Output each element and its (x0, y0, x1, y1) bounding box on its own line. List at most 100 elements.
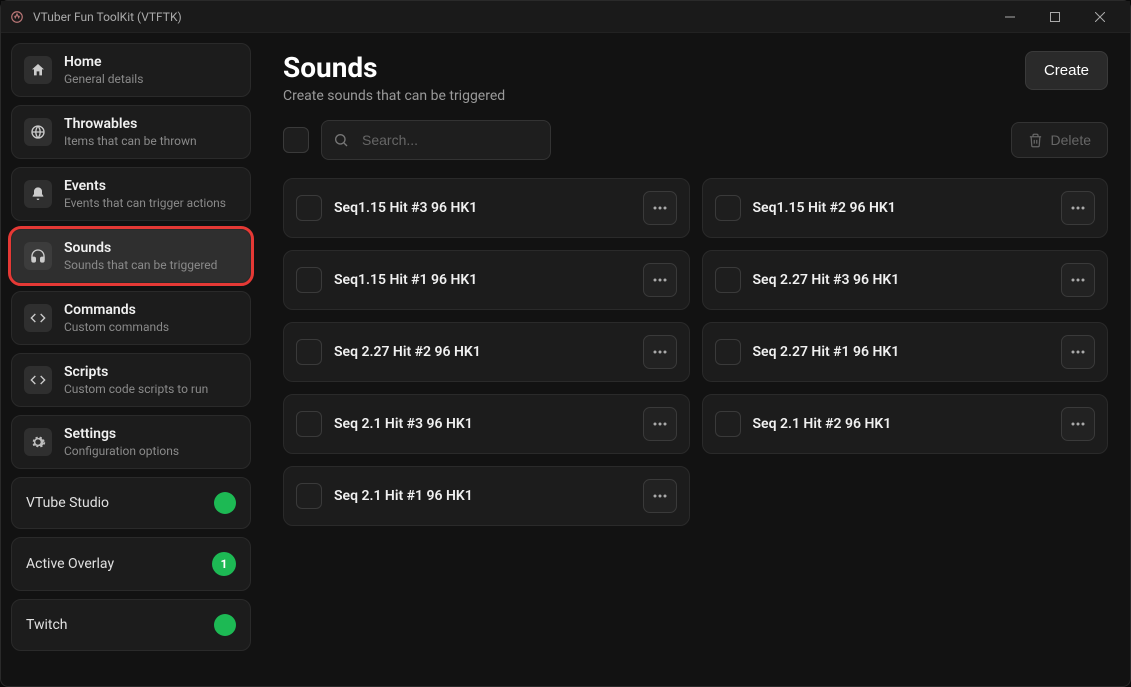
sound-checkbox[interactable] (296, 195, 322, 221)
sound-card[interactable]: Seq 2.27 Hit #1 96 HK1 (702, 322, 1109, 382)
ball-icon (24, 118, 52, 146)
sidebar-item-sub: Events that can trigger actions (64, 196, 226, 210)
sidebar-item-sub: Items that can be thrown (64, 134, 197, 148)
sidebar-item-commands[interactable]: Commands Custom commands (11, 291, 251, 345)
more-button[interactable] (643, 479, 677, 513)
sidebar-item-label: Commands (64, 302, 169, 318)
sidebar-item-sounds[interactable]: Sounds Sounds that can be triggered (11, 229, 251, 283)
minimize-button[interactable] (987, 3, 1032, 31)
sound-name: Seq 2.1 Hit #1 96 HK1 (334, 488, 631, 504)
more-button[interactable] (1061, 191, 1095, 225)
sound-checkbox[interactable] (715, 411, 741, 437)
sidebar-item-sub: General details (64, 72, 143, 86)
delete-label: Delete (1051, 132, 1091, 148)
status-dot (214, 614, 236, 636)
sound-name: Seq1.15 Hit #2 96 HK1 (753, 200, 1050, 216)
sound-card[interactable]: Seq 2.1 Hit #2 96 HK1 (702, 394, 1109, 454)
sidebar: Home General details Throwables Items that … (1, 33, 261, 686)
main-content: Sounds Create sounds that can be trigger… (261, 33, 1130, 686)
status-label: VTube Studio (26, 495, 109, 511)
bell-icon (24, 180, 52, 208)
sound-name: Seq1.15 Hit #1 96 HK1 (334, 272, 631, 288)
sound-card[interactable]: Seq1.15 Hit #3 96 HK1 (283, 178, 690, 238)
sidebar-item-label: Settings (64, 426, 179, 442)
more-button[interactable] (643, 407, 677, 441)
select-all-checkbox[interactable] (283, 127, 309, 153)
close-button[interactable] (1077, 3, 1122, 31)
sound-card[interactable]: Seq 2.1 Hit #1 96 HK1 (283, 466, 690, 526)
more-icon (1071, 206, 1085, 210)
home-icon (24, 56, 52, 84)
sidebar-item-label: Throwables (64, 116, 197, 132)
sound-name: Seq 2.1 Hit #2 96 HK1 (753, 416, 1050, 432)
sidebar-item-settings[interactable]: Settings Configuration options (11, 415, 251, 469)
sound-checkbox[interactable] (296, 267, 322, 293)
page-title: Sounds (283, 51, 505, 84)
sidebar-item-sub: Custom commands (64, 320, 169, 334)
status-label: Twitch (26, 617, 68, 633)
sidebar-item-sub: Sounds that can be triggered (64, 258, 217, 272)
sound-name: Seq 2.27 Hit #2 96 HK1 (334, 344, 631, 360)
sidebar-item-label: Home (64, 54, 143, 70)
trash-icon (1028, 133, 1043, 148)
more-button[interactable] (1061, 263, 1095, 297)
create-button[interactable]: Create (1025, 51, 1108, 90)
status-item-vtube[interactable]: VTube Studio (11, 477, 251, 529)
sound-checkbox[interactable] (715, 339, 741, 365)
more-icon (653, 278, 667, 282)
code-icon (24, 304, 52, 332)
sound-checkbox[interactable] (715, 267, 741, 293)
gear-icon (24, 428, 52, 456)
sidebar-item-sub: Configuration options (64, 444, 179, 458)
delete-button[interactable]: Delete (1011, 122, 1108, 158)
sidebar-item-scripts[interactable]: Scripts Custom code scripts to run (11, 353, 251, 407)
more-icon (653, 494, 667, 498)
more-button[interactable] (643, 263, 677, 297)
more-icon (1071, 422, 1085, 426)
headphones-icon (24, 242, 52, 270)
page-subtitle: Create sounds that can be triggered (283, 88, 505, 104)
search-input[interactable] (321, 120, 551, 160)
window-title: VTuber Fun ToolKit (VTFTK) (33, 10, 987, 24)
sidebar-item-sub: Custom code scripts to run (64, 382, 208, 396)
code-icon (24, 366, 52, 394)
more-button[interactable] (1061, 407, 1095, 441)
status-item-twitch[interactable]: Twitch (11, 599, 251, 651)
sound-name: Seq 2.27 Hit #1 96 HK1 (753, 344, 1050, 360)
sidebar-item-label: Scripts (64, 364, 208, 380)
more-icon (1071, 278, 1085, 282)
sound-name: Seq1.15 Hit #3 96 HK1 (334, 200, 631, 216)
more-button[interactable] (643, 335, 677, 369)
sound-card[interactable]: Seq 2.27 Hit #3 96 HK1 (702, 250, 1109, 310)
sidebar-item-home[interactable]: Home General details (11, 43, 251, 97)
more-icon (653, 350, 667, 354)
status-item-overlay[interactable]: Active Overlay 1 (11, 537, 251, 591)
sound-card[interactable]: Seq1.15 Hit #1 96 HK1 (283, 250, 690, 310)
sidebar-item-events[interactable]: Events Events that can trigger actions (11, 167, 251, 221)
sound-checkbox[interactable] (296, 411, 322, 437)
more-button[interactable] (643, 191, 677, 225)
sidebar-item-throwables[interactable]: Throwables Items that can be thrown (11, 105, 251, 159)
sidebar-item-label: Events (64, 178, 226, 194)
titlebar: VTuber Fun ToolKit (VTFTK) (1, 1, 1130, 33)
status-dot (214, 492, 236, 514)
sound-checkbox[interactable] (296, 339, 322, 365)
sound-card[interactable]: Seq 2.1 Hit #3 96 HK1 (283, 394, 690, 454)
sound-card[interactable]: Seq1.15 Hit #2 96 HK1 (702, 178, 1109, 238)
more-icon (1071, 350, 1085, 354)
sound-card[interactable]: Seq 2.27 Hit #2 96 HK1 (283, 322, 690, 382)
sidebar-item-label: Sounds (64, 240, 217, 256)
sound-checkbox[interactable] (296, 483, 322, 509)
maximize-button[interactable] (1032, 3, 1077, 31)
sounds-grid: Seq1.15 Hit #3 96 HK1 Seq1.15 Hit #2 96 H… (283, 178, 1108, 526)
sound-name: Seq 2.1 Hit #3 96 HK1 (334, 416, 631, 432)
sound-checkbox[interactable] (715, 195, 741, 221)
search-icon (333, 132, 349, 148)
sound-name: Seq 2.27 Hit #3 96 HK1 (753, 272, 1050, 288)
more-icon (653, 422, 667, 426)
status-badge: 1 (212, 552, 236, 576)
more-icon (653, 206, 667, 210)
app-icon (9, 9, 25, 25)
status-label: Active Overlay (26, 556, 114, 572)
more-button[interactable] (1061, 335, 1095, 369)
